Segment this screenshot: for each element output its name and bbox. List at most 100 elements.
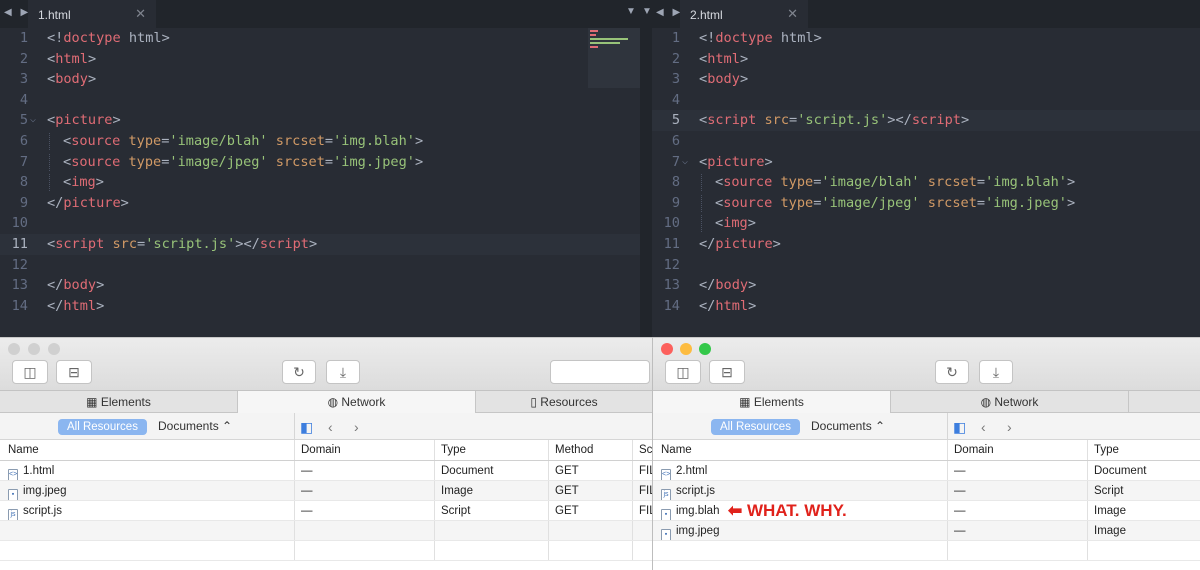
table-cell: — <box>947 481 1087 500</box>
devtools-tabs: ▦ Elements ◍ Network ▯ Resources <box>0 391 652 413</box>
column-header[interactable]: Method <box>548 440 632 460</box>
code-line[interactable]: 8 <source type='image/blah' srcset='img.b… <box>652 172 1200 193</box>
back-icon[interactable]: ‹ <box>328 419 333 435</box>
code-token: picture <box>707 153 765 170</box>
reload-button[interactable]: ↻ <box>935 360 969 384</box>
close-tab-icon[interactable]: ✕ <box>135 6 146 22</box>
back-icon[interactable]: ‹ <box>981 419 986 435</box>
minimize-window-button[interactable] <box>28 343 40 355</box>
code-line[interactable]: 12 <box>652 255 1200 276</box>
table-cell <box>653 541 947 560</box>
code-line[interactable]: 6 <box>652 131 1200 152</box>
column-header[interactable]: Name <box>0 440 294 460</box>
table-row[interactable]: <> 1.html — Document GET FIL <box>0 461 652 481</box>
download-button[interactable]: ⤓ <box>326 360 360 384</box>
forward-icon[interactable]: › <box>1007 419 1012 435</box>
code-line[interactable]: 3 <body> <box>652 69 1200 90</box>
tab-network[interactable]: ◍ Network <box>891 391 1129 413</box>
table-row[interactable]: ▪ img.jpeg — Image GET FIL <box>0 481 652 501</box>
code-line[interactable]: 2 <html> <box>0 49 640 70</box>
minimize-window-button[interactable] <box>680 343 692 355</box>
column-header[interactable]: Sc <box>632 440 652 460</box>
line-number: 5 <box>671 112 680 129</box>
sidebar-toggle-icon[interactable]: ◧ <box>953 419 966 436</box>
close-window-button[interactable] <box>8 343 20 355</box>
tab-network[interactable]: ◍ Network <box>238 391 476 413</box>
tab-elements[interactable]: ▦ Elements <box>653 391 891 413</box>
code-line[interactable]: 4 <box>652 90 1200 111</box>
dock-bottom-button[interactable]: ⊟ <box>709 360 745 384</box>
line-number: 8 <box>671 174 680 191</box>
code-line[interactable]: 11 <script src='script.js'></script> <box>0 233 640 255</box>
table-row <box>0 521 652 541</box>
code-line[interactable]: 5 ⌵ <picture> <box>0 110 640 131</box>
sidebar-toggle-icon[interactable]: ◧ <box>300 419 313 436</box>
filter-all-resources[interactable]: All Resources <box>58 419 147 435</box>
dropdown-icon[interactable]: ▼ <box>642 6 652 17</box>
filter-documents[interactable]: Documents ⌃ <box>811 419 885 433</box>
code-line[interactable]: 14 </html> <box>0 296 640 317</box>
code-line[interactable]: 9 <source type='image/jpeg' srcset='img.j… <box>652 193 1200 214</box>
tab-resources[interactable]: ▯ Resources <box>476 391 652 413</box>
code-line[interactable]: 3 <body> <box>0 69 640 90</box>
code-line[interactable]: 7 <source type='image/jpeg' srcset='img.j… <box>0 152 640 173</box>
column-header[interactable]: Domain <box>947 440 1087 460</box>
reload-button[interactable]: ↻ <box>282 360 316 384</box>
code-token: = <box>324 132 334 149</box>
code-token: > <box>96 297 105 314</box>
code-token: body <box>55 71 88 88</box>
dock-bottom-button[interactable]: ⊟ <box>56 360 92 384</box>
table-cell <box>548 521 632 540</box>
code-line[interactable]: 6 <source type='image/blah' srcset='img.b… <box>0 131 640 152</box>
code-line[interactable]: 10 <img> <box>652 213 1200 234</box>
close-window-button[interactable] <box>661 343 673 355</box>
code-token: srcset <box>919 174 977 191</box>
code-line[interactable]: 1 <!doctype html> <box>652 28 1200 49</box>
code-token: < <box>699 153 708 170</box>
forward-icon[interactable]: › <box>354 419 359 435</box>
filter-all-resources[interactable]: All Resources <box>711 419 800 435</box>
code-line[interactable]: 7 ⌵ <picture> <box>652 152 1200 173</box>
column-header[interactable]: Name <box>653 440 947 460</box>
code-line[interactable]: 9 </picture> <box>0 193 640 214</box>
dock-side-button[interactable]: ◫ <box>12 360 48 384</box>
table-row[interactable]: js script.js — Script <box>653 481 1200 501</box>
fold-chevron-icon[interactable]: ⌵ <box>30 110 36 131</box>
code-line[interactable]: 8 <img> <box>0 172 640 193</box>
code-line[interactable]: 13 </body> <box>652 275 1200 296</box>
code-line[interactable]: 12 <box>0 255 640 276</box>
code-line[interactable]: 10 <box>0 213 640 234</box>
column-header[interactable]: Type <box>434 440 548 460</box>
code-line[interactable]: 1 <!doctype html> <box>0 28 640 49</box>
code-line[interactable]: 11 </picture> <box>652 234 1200 255</box>
editor-tab-2-html[interactable]: 2.html ✕ <box>680 0 808 28</box>
editor-tab-1-html[interactable]: 1.html ✕ <box>28 0 156 28</box>
filter-documents[interactable]: Documents ⌃ <box>158 419 232 433</box>
fold-chevron-icon[interactable]: ⌵ <box>682 152 688 173</box>
tab-elements[interactable]: ▦ Elements <box>0 391 238 413</box>
code-area-right[interactable]: 1 <!doctype html> 2 <html> 3 <body> 4 5 <script … <box>652 28 1200 316</box>
column-header[interactable]: Type <box>1087 440 1200 460</box>
zoom-window-button[interactable] <box>699 343 711 355</box>
code-area-left[interactable]: 1 <!doctype html> 2 <html> 3 <body> 4 5 ⌵ <pictur… <box>0 28 640 316</box>
table-header: Name Domain Type Method Sc <box>0 440 652 461</box>
code-token: <! <box>47 30 64 46</box>
zoom-window-button[interactable] <box>48 343 60 355</box>
search-field[interactable] <box>550 360 650 384</box>
code-line[interactable]: 14 </html> <box>652 296 1200 317</box>
close-tab-icon[interactable]: ✕ <box>787 6 798 22</box>
table-row[interactable]: js script.js — Script GET FIL <box>0 501 652 521</box>
code-line[interactable]: 5 <script src='script.js'></script> <box>652 110 1200 131</box>
tab-dropdown-icon[interactable]: ▼ <box>626 6 636 17</box>
dock-side-button[interactable]: ◫ <box>665 360 701 384</box>
table-row[interactable]: ▪ img.jpeg — Image <box>653 521 1200 541</box>
code-token: source <box>71 132 121 149</box>
code-line[interactable]: 2 <html> <box>652 49 1200 70</box>
column-header[interactable]: Domain <box>294 440 434 460</box>
code-line[interactable]: 4 <box>0 90 640 111</box>
download-button[interactable]: ⤓ <box>979 360 1013 384</box>
code-line[interactable]: 13 </body> <box>0 275 640 296</box>
code-token: source <box>71 153 121 170</box>
table-row[interactable]: <> 2.html — Document <box>653 461 1200 481</box>
pane-divider[interactable]: ▼ <box>640 0 652 337</box>
